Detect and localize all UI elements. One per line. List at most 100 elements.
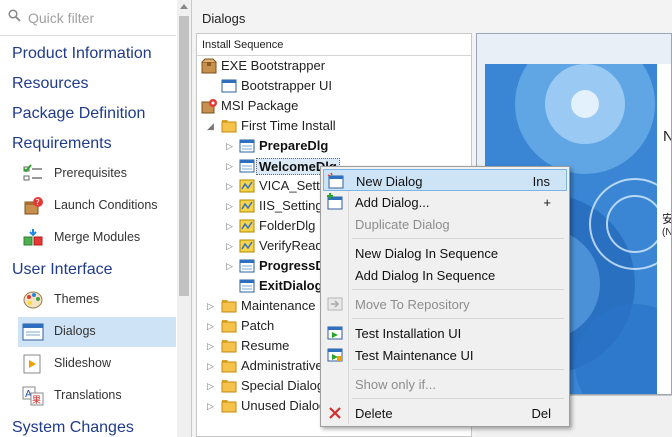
- left-navigation-panel: Quick filter Product Information Resourc…: [0, 0, 192, 437]
- tree-collapsed-arrow-icon[interactable]: ▷: [207, 361, 214, 372]
- menu-separator: [352, 398, 564, 399]
- test-installation-icon: [327, 326, 343, 340]
- dialog-window-icon: [22, 323, 44, 341]
- custom-dialog-icon: [239, 239, 255, 253]
- tree-expanded-arrow-icon[interactable]: ◢: [207, 121, 214, 132]
- context-menu: New Dialog Ins Add Dialog... + Duplicate…: [320, 166, 570, 427]
- nav-category-resources[interactable]: Resources: [12, 75, 88, 93]
- scroll-up-arrow-icon[interactable]: [180, 4, 188, 9]
- nav-category-product-information[interactable]: Product Information: [12, 45, 152, 63]
- tree-node-label: VerifyRead: [259, 238, 323, 253]
- folder-icon: [221, 320, 237, 333]
- menu-separator: [352, 369, 564, 370]
- translation-icon: A 果: [22, 386, 44, 406]
- tree-header-label: Install Sequence: [202, 39, 284, 51]
- menu-item-test-installation-ui[interactable]: Test Installation UI: [323, 322, 567, 344]
- tree-collapsed-arrow-icon[interactable]: ▷: [226, 241, 233, 252]
- menu-item-move-to-repository[interactable]: Move To Repository: [323, 293, 567, 315]
- folder-icon: [221, 360, 237, 373]
- dialog-window-icon: [221, 79, 237, 93]
- menu-item-new-dialog[interactable]: New Dialog Ins: [323, 169, 567, 191]
- menu-item-label: Duplicate Dialog: [355, 217, 450, 232]
- nav-category-system-changes[interactable]: System Changes: [12, 419, 134, 437]
- tree-node-label: First Time Install: [241, 118, 336, 133]
- folder-icon: [221, 120, 237, 133]
- tree-collapsed-arrow-icon[interactable]: ▷: [226, 221, 233, 232]
- navigation-list: Product Information Resources Package De…: [0, 36, 178, 437]
- tree-collapsed-arrow-icon[interactable]: ▷: [226, 161, 233, 172]
- menu-item-label: Delete: [355, 406, 393, 421]
- quick-filter-box[interactable]: Quick filter: [0, 0, 176, 36]
- tree-collapsed-arrow-icon[interactable]: ▷: [226, 141, 233, 152]
- scrollbar-thumb[interactable]: [179, 16, 189, 296]
- folder-icon: [221, 340, 237, 353]
- tree-collapsed-arrow-icon[interactable]: ▷: [207, 401, 214, 412]
- tree-collapsed-arrow-icon[interactable]: ▷: [207, 321, 214, 332]
- tree-node-label: EXE Bootstrapper: [221, 58, 326, 73]
- navigation-scrollbar[interactable]: [177, 0, 191, 437]
- nav-item-dialogs[interactable]: Dialogs: [18, 317, 176, 347]
- menu-item-add-dialog-in-sequence[interactable]: Add Dialog In Sequence: [323, 264, 567, 286]
- menu-item-duplicate-dialog[interactable]: Duplicate Dialog: [323, 213, 567, 235]
- tree-node-msi-package[interactable]: MSI Package: [197, 96, 471, 116]
- tree-node-label: Resume: [241, 338, 290, 353]
- tree-node-label: PrepareDlg: [259, 138, 329, 153]
- menu-item-label: Add Dialog...: [355, 195, 430, 210]
- page-title: Dialogs: [202, 11, 246, 26]
- dialog-window-icon: [239, 139, 255, 153]
- nav-item-slideshow[interactable]: Slideshow: [18, 349, 176, 379]
- menu-item-label: Test Installation UI: [355, 326, 462, 341]
- tree-node-bootstrapper-ui[interactable]: Bootstrapper UI: [197, 76, 471, 96]
- quick-filter-placeholder[interactable]: Quick filter: [28, 10, 94, 26]
- tree-node-exe-bootstrapper[interactable]: EXE Bootstrapper: [197, 56, 471, 76]
- tree-collapsed-arrow-icon[interactable]: ▷: [207, 381, 214, 392]
- menu-item-shortcut: Ins: [532, 174, 550, 189]
- menu-item-label: Show only if...: [355, 377, 436, 392]
- tree-node-label: ExitDialog: [259, 278, 323, 293]
- tree-node-first-time-install[interactable]: ◢ First Time Install: [197, 116, 471, 136]
- tree-header: Install Sequence: [197, 34, 471, 56]
- tree-collapsed-arrow-icon[interactable]: ▷: [207, 341, 214, 352]
- menu-item-label: New Dialog: [356, 174, 423, 189]
- nav-category-user-interface[interactable]: User Interface: [12, 261, 112, 279]
- menu-item-test-maintenance-ui[interactable]: Test Maintenance UI: [323, 344, 567, 366]
- nav-item-prerequisites[interactable]: Prerequisites: [18, 159, 176, 189]
- menu-separator: [352, 238, 564, 239]
- dialog-window-icon: [239, 279, 255, 293]
- folder-icon: [221, 380, 237, 393]
- tree-node-label: Maintenance: [241, 298, 316, 313]
- nav-item-merge-modules[interactable]: Merge Modules: [18, 223, 176, 253]
- menu-item-show-only-if[interactable]: Show only if...: [323, 373, 567, 395]
- nav-item-launch-conditions[interactable]: ? Launch Conditions: [18, 191, 176, 221]
- nav-category-requirements[interactable]: Requirements: [12, 135, 112, 153]
- tree-node-label: IIS_Setting: [259, 198, 323, 213]
- dialog-window-icon: [239, 259, 255, 273]
- move-to-repository-icon: [327, 297, 343, 311]
- slideshow-icon: [23, 354, 41, 374]
- menu-separator: [352, 318, 564, 319]
- menu-item-new-dialog-in-sequence[interactable]: New Dialog In Sequence: [323, 242, 567, 264]
- tree-node-label: ProgressD: [259, 258, 325, 273]
- tree-collapsed-arrow-icon[interactable]: ▷: [207, 301, 214, 312]
- tree-collapsed-arrow-icon[interactable]: ▷: [226, 181, 233, 192]
- menu-separator: [352, 289, 564, 290]
- nav-item-label: Themes: [54, 292, 100, 306]
- delete-icon: [329, 407, 341, 419]
- nav-category-package-definition[interactable]: Package Definition: [12, 105, 145, 123]
- checklist-icon: [23, 164, 42, 181]
- custom-dialog-icon: [239, 219, 255, 233]
- nav-item-translations[interactable]: A 果 Translations: [18, 381, 176, 411]
- tree-node-prepare-dlg[interactable]: ▷ PrepareDlg: [197, 136, 471, 156]
- merge-modules-icon: [23, 229, 43, 246]
- nav-item-themes[interactable]: Themes: [18, 285, 176, 315]
- dialog-window-icon: [239, 159, 255, 173]
- menu-item-label: New Dialog In Sequence: [355, 246, 499, 261]
- menu-item-add-dialog[interactable]: Add Dialog... +: [323, 191, 567, 213]
- tree-node-label: Administrative: [241, 358, 323, 373]
- tree-collapsed-arrow-icon[interactable]: ▷: [226, 201, 233, 212]
- tree-node-label: Unused Dialog: [241, 398, 327, 413]
- menu-item-delete[interactable]: Delete Del: [323, 402, 567, 424]
- tree-node-label: Bootstrapper UI: [241, 78, 333, 93]
- custom-dialog-icon: [239, 179, 255, 193]
- tree-collapsed-arrow-icon[interactable]: ▷: [226, 261, 233, 272]
